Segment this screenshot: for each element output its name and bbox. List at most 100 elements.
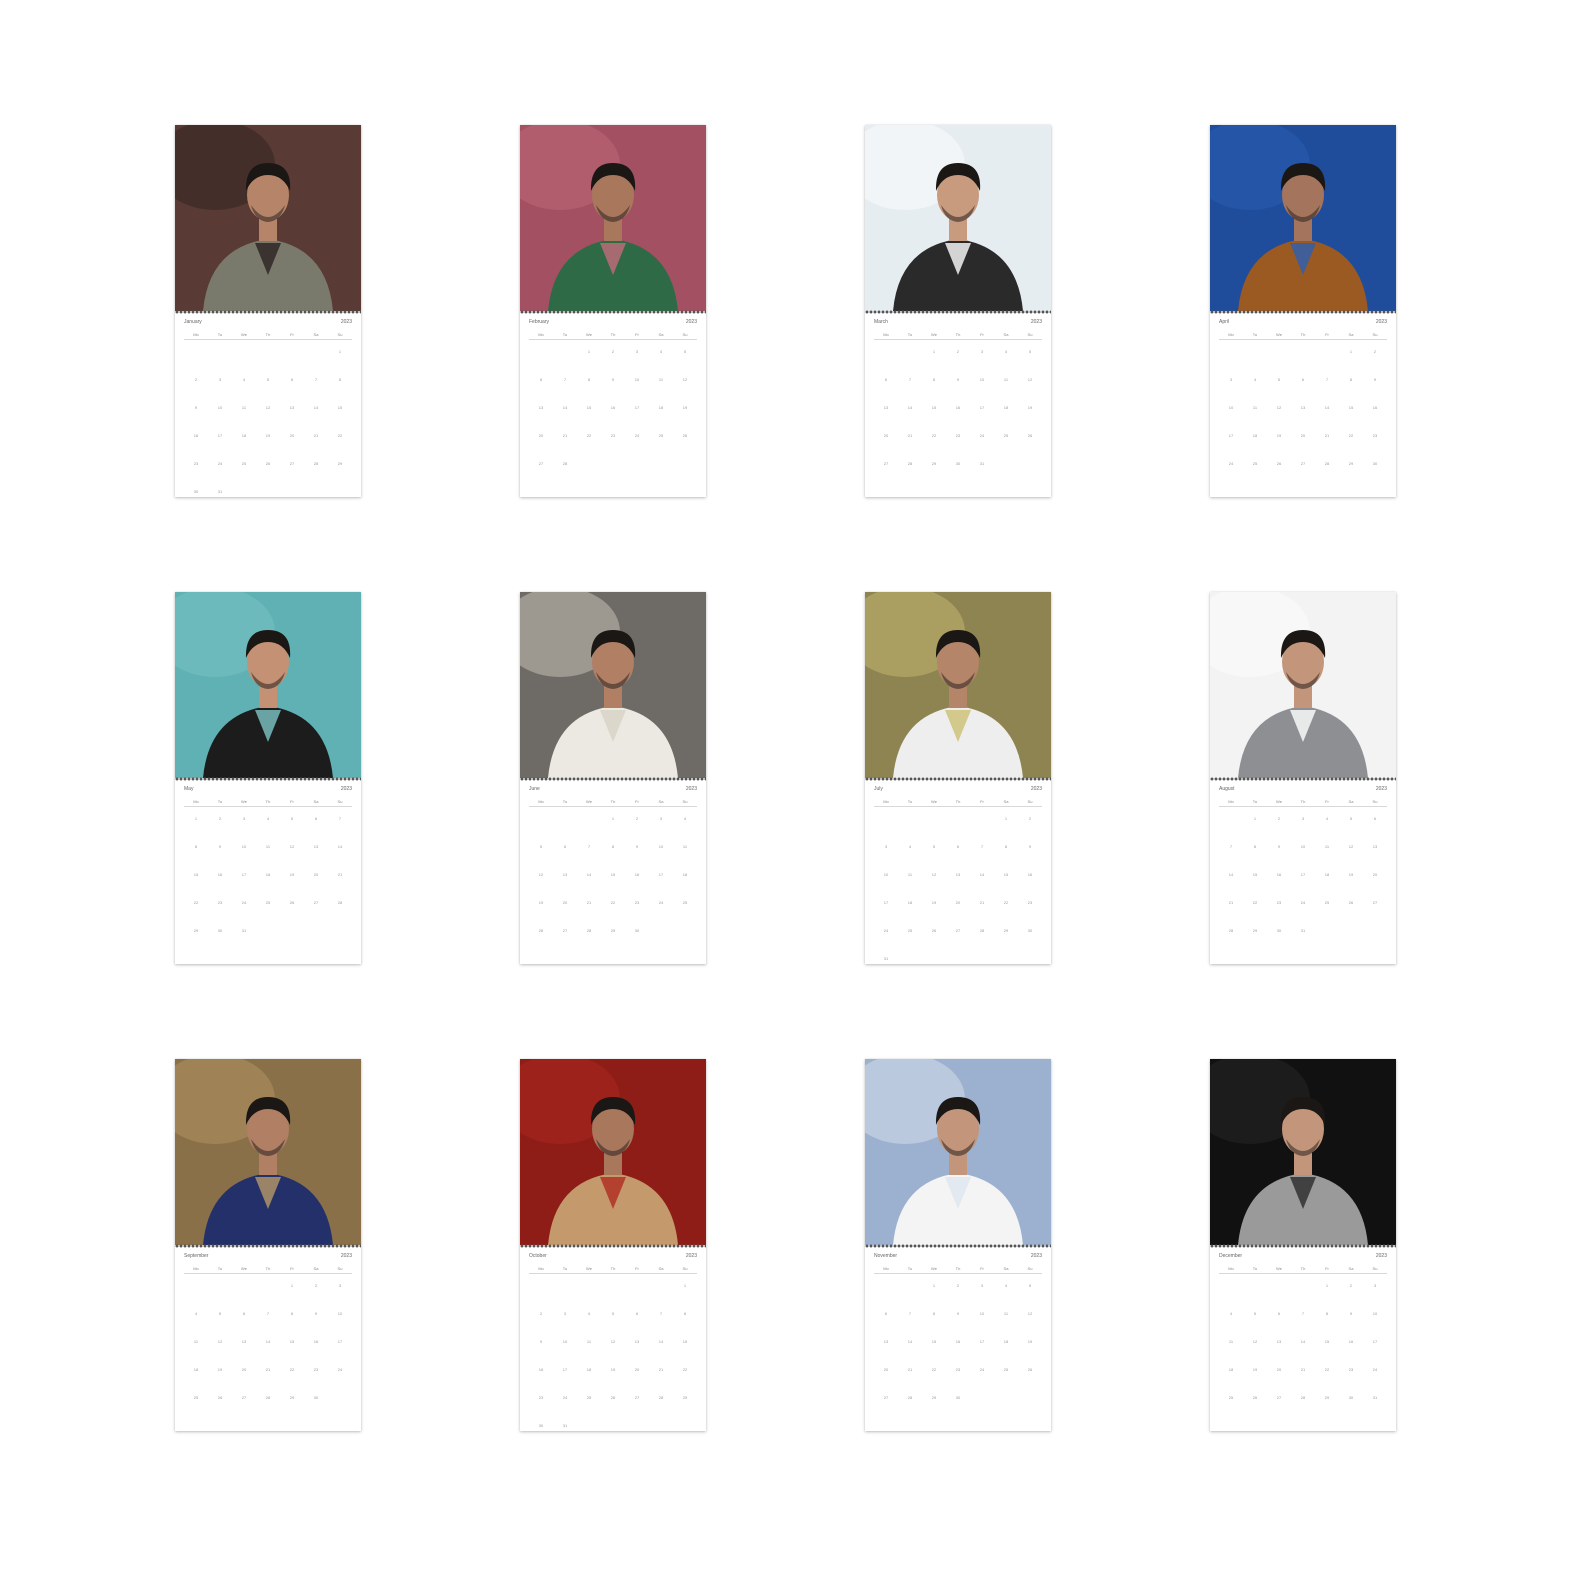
day-number: 15 <box>1252 872 1258 877</box>
weekday-label: Tu <box>217 332 223 337</box>
weekday-row: Mo Tu We Th Fr Sa Su <box>529 798 697 807</box>
day-number: 15 <box>1324 1339 1330 1344</box>
weekday-label: Mo <box>1228 1266 1234 1271</box>
day-number: 11 <box>1252 405 1258 410</box>
day-number: 25 <box>241 461 247 466</box>
day-number: 23 <box>313 1367 319 1372</box>
day-number: 7 <box>980 844 984 849</box>
empty-day-cell <box>553 814 577 842</box>
weekday-label: Fr <box>980 332 984 337</box>
day-number: 13 <box>562 872 568 877</box>
calendar-page-august[interactable]: August 2023 Mo Tu We Th Fr Sa Su 1 2 3 4 5 6 7 8 9 10 11 12 1… <box>1210 592 1396 964</box>
empty-day-cell <box>553 347 577 375</box>
weekday-label: Sa <box>1003 332 1009 337</box>
calendar-page-february[interactable]: February 2023 Mo Tu We Th Fr Sa Su 1 2 3 4 5 6 7 8 9 10 11 1… <box>520 125 706 497</box>
month-calendar-grid: August 2023 Mo Tu We Th Fr Sa Su 1 2 3 4 5 6 7 8 9 10 11 12 1… <box>1219 786 1387 958</box>
weekday-label: Th <box>265 799 271 804</box>
weekday-label: Su <box>682 332 688 337</box>
day-number: 12 <box>1027 377 1033 382</box>
weekday-label: Mo <box>883 799 889 804</box>
day-number: 27 <box>955 928 961 933</box>
weekday-row: Mo Tu We Th Fr Sa Su <box>184 798 352 807</box>
day-number: 7 <box>1229 844 1233 849</box>
empty-day-cell <box>1267 347 1291 375</box>
day-number: 18 <box>907 900 913 905</box>
day-number: 22 <box>1348 433 1354 438</box>
day-number: 7 <box>314 377 318 382</box>
day-number: 17 <box>1300 872 1306 877</box>
day-number: 1 <box>1253 816 1257 821</box>
day-number: 7 <box>338 816 342 821</box>
month-name: July <box>874 786 883 792</box>
day-number: 28 <box>907 1395 913 1400</box>
empty-day-cell <box>874 1281 898 1309</box>
calendar-page-december[interactable]: December 2023 Mo Tu We Th Fr Sa Su 1 2 3 4 5 6 7 8 9 10 11 1… <box>1210 1059 1396 1431</box>
day-number: 1 <box>611 816 615 821</box>
weekday-label: We <box>241 332 247 337</box>
calendar-header: August 2023 <box>1219 786 1387 794</box>
day-number: 21 <box>979 900 985 905</box>
day-number: 6 <box>1277 1311 1281 1316</box>
day-number: 14 <box>313 405 319 410</box>
day-number: 6 <box>956 844 960 849</box>
weekday-label: Th <box>610 332 616 337</box>
day-number: 21 <box>265 1367 271 1372</box>
day-number: 19 <box>931 900 937 905</box>
day-number: 11 <box>1324 844 1330 849</box>
weekday-label: Su <box>1027 799 1033 804</box>
day-number: 8 <box>338 377 342 382</box>
calendar-page-september[interactable]: September 2023 Mo Tu We Th Fr Sa Su 1 2 3 4 5 6 7 8 9 10 11… <box>175 1059 361 1431</box>
day-number: 22 <box>289 1367 295 1372</box>
day-number: 18 <box>265 872 271 877</box>
day-number: 10 <box>241 844 247 849</box>
day-number: 29 <box>1252 928 1258 933</box>
calendar-page-march[interactable]: March 2023 Mo Tu We Th Fr Sa Su 1 2 3 4 5 6 7 8 9 10 11 12 13… <box>865 125 1051 497</box>
day-number: 13 <box>634 1339 640 1344</box>
month-calendar-grid: October 2023 Mo Tu We Th Fr Sa Su 1 2 3 4 5 6 7 8 9 10 11 12… <box>529 1253 697 1428</box>
day-number: 31 <box>1372 1395 1378 1400</box>
weekday-label: Su <box>1372 799 1378 804</box>
day-number: 19 <box>1027 405 1033 410</box>
weekday-label: Fr <box>980 799 984 804</box>
weekday-label: Fr <box>290 332 294 337</box>
month-photo <box>865 592 1051 778</box>
day-number: 2 <box>1373 349 1377 354</box>
day-number: 11 <box>907 872 913 877</box>
day-number: 6 <box>1373 816 1377 821</box>
empty-day-cell <box>304 347 328 375</box>
calendar-page-july[interactable]: July 2023 Mo Tu We Th Fr Sa Su 1 2 3 4 5 6 7 8 9 10 11 12 13 1… <box>865 592 1051 964</box>
day-number: 9 <box>314 1311 318 1316</box>
day-number: 24 <box>562 1395 568 1400</box>
calendar-page-may[interactable]: May 2023 Mo Tu We Th Fr Sa Su 1 2 3 4 5 6 7 8 9 10 11 12 13 14… <box>175 592 361 964</box>
calendar-page-november[interactable]: November 2023 Mo Tu We Th Fr Sa Su 1 2 3 4 5 6 7 8 9 10 11 1… <box>865 1059 1051 1431</box>
day-number: 19 <box>1252 1367 1258 1372</box>
day-number: 5 <box>611 1311 615 1316</box>
day-number: 16 <box>1348 1339 1354 1344</box>
day-number: 4 <box>587 1311 591 1316</box>
weekday-label: Su <box>1027 1266 1033 1271</box>
weekday-label: Th <box>1300 799 1306 804</box>
day-number: 18 <box>1003 1339 1009 1344</box>
day-number: 20 <box>634 1367 640 1372</box>
calendar-page-june[interactable]: June 2023 Mo Tu We Th Fr Sa Su 1 2 3 4 5 6 7 8 9 10 11 12 13 1… <box>520 592 706 964</box>
calendar-page-january[interactable]: January 2023 Mo Tu We Th Fr Sa Su 1 2 3 4 5 6 7 8 9 10 11 12… <box>175 125 361 497</box>
empty-day-cell <box>577 1281 601 1309</box>
day-number: 15 <box>610 872 616 877</box>
empty-day-cell <box>529 347 553 375</box>
calendar-page-april[interactable]: April 2023 Mo Tu We Th Fr Sa Su 1 2 3 4 5 6 7 8 9 10 11 12 13… <box>1210 125 1396 497</box>
month-name: January <box>184 319 202 325</box>
day-number: 14 <box>1300 1339 1306 1344</box>
day-number: 3 <box>1301 816 1305 821</box>
day-number: 24 <box>1228 461 1234 466</box>
day-number: 17 <box>979 1339 985 1344</box>
day-number: 19 <box>217 1367 223 1372</box>
day-number: 26 <box>265 461 271 466</box>
day-number: 11 <box>193 1339 199 1344</box>
day-number: 4 <box>1253 377 1257 382</box>
day-number: 24 <box>1300 900 1306 905</box>
day-number: 17 <box>634 405 640 410</box>
portrait-illustration <box>865 1059 1051 1245</box>
year-label: 2023 <box>1375 1253 1387 1259</box>
day-number: 7 <box>587 844 591 849</box>
calendar-page-october[interactable]: October 2023 Mo Tu We Th Fr Sa Su 1 2 3 4 5 6 7 8 9 10 11 12… <box>520 1059 706 1431</box>
